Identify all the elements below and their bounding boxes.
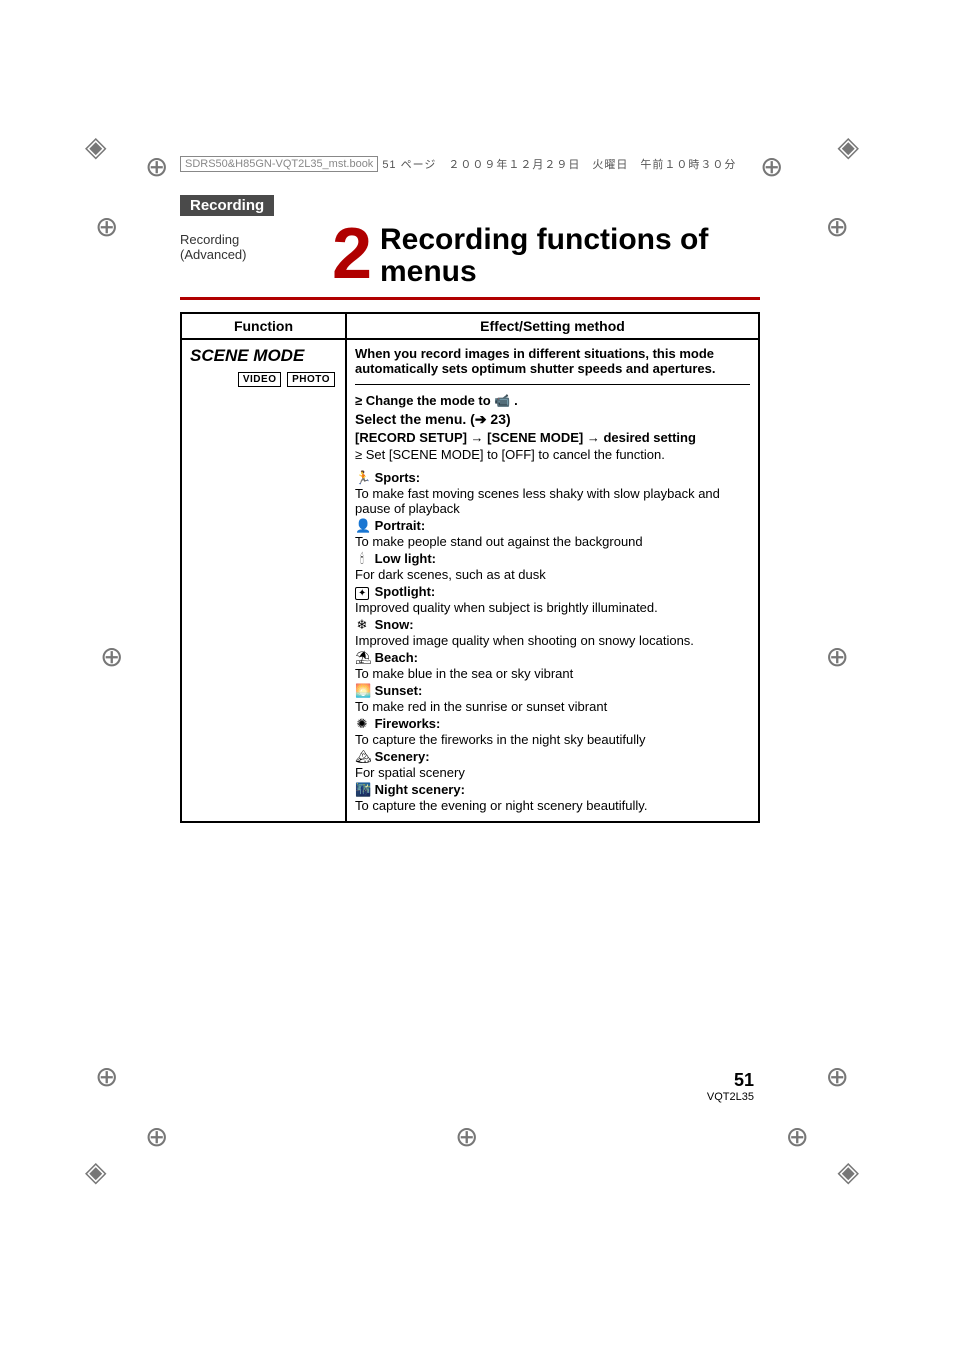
scene-mode-item: 🏔 Scenery:For spatial scenery	[355, 749, 750, 780]
source-filename: SDRS50&H85GN-VQT2L35_mst.book	[180, 156, 378, 172]
crop-mark-icon: ⊕	[100, 640, 123, 673]
mode-name: Low light:	[371, 551, 436, 566]
mode-name: Sunset:	[371, 683, 422, 698]
intro-text: When you record images in different situ…	[355, 346, 750, 376]
crop-mark-icon: ⊕	[145, 1120, 168, 1153]
doc-code: VQT2L35	[707, 1091, 754, 1103]
inner-divider	[355, 384, 750, 385]
mode-icon: 🌃	[355, 782, 369, 798]
scene-mode-item: ✺ Fireworks:To capture the fireworks in …	[355, 716, 750, 747]
scene-mode-item: 👤 Portrait:To make people stand out agai…	[355, 518, 750, 549]
page-footer: 51 VQT2L35	[707, 1070, 754, 1103]
function-cell: SCENE MODE VIDEO PHOTO	[181, 339, 346, 822]
breadcrumb-line1: Recording	[180, 232, 310, 247]
breadcrumb-line2: (Advanced)	[180, 247, 310, 262]
scene-modes-list: 🏃 Sports:To make fast moving scenes less…	[355, 470, 750, 813]
crop-mark-icon: ◈	[85, 130, 107, 163]
mode-desc: To make red in the sunrise or sunset vib…	[355, 699, 750, 714]
crop-mark-icon: ⊕	[145, 150, 168, 183]
scene-mode-item: 🌃 Night scenery:To capture the evening o…	[355, 782, 750, 813]
crop-mark-icon: ⊕	[826, 1060, 849, 1093]
section-tab: Recording	[180, 195, 274, 216]
mode-icon: 🏔	[355, 749, 369, 765]
divider	[180, 297, 760, 300]
crop-mark-icon: ⊕	[826, 640, 849, 673]
effect-cell: When you record images in different situ…	[346, 339, 759, 822]
col-effect: Effect/Setting method	[346, 313, 759, 339]
scene-mode-item: ⛱ Beach:To make blue in the sea or sky v…	[355, 650, 750, 681]
chapter-header: Recording (Advanced) 2 Recording functio…	[180, 222, 760, 287]
mode-icon: 🏃	[355, 470, 369, 486]
mode-name: Spotlight:	[371, 584, 435, 599]
mode-desc: Improved image quality when shooting on …	[355, 633, 750, 648]
mode-name: Snow:	[371, 617, 414, 632]
crop-mark-icon: ⊕	[95, 210, 118, 243]
crop-mark-icon: ⊕	[786, 1120, 809, 1153]
mode-desc: For dark scenes, such as at dusk	[355, 567, 750, 582]
mode-desc: To capture the evening or night scenery …	[355, 798, 750, 813]
crop-mark-icon: ◈	[837, 130, 859, 163]
mode-desc: Improved quality when subject is brightl…	[355, 600, 750, 615]
crop-mark-icon: ⊕	[95, 1060, 118, 1093]
source-meta: 51 ページ ２００９年１２月２９日 火曜日 午前１０時３０分	[382, 156, 736, 172]
scene-mode-item: ✦ Spotlight:Improved quality when subjec…	[355, 584, 750, 615]
mode-name: Portrait:	[371, 518, 425, 533]
mode-icon: ❄	[355, 617, 369, 633]
mode-desc: To make blue in the sea or sky vibrant	[355, 666, 750, 681]
step-change-mode: ≥ Change the mode to 📹 .	[355, 393, 750, 409]
functions-table: Function Effect/Setting method SCENE MOD…	[180, 312, 760, 823]
mode-icon: 👤	[355, 518, 369, 534]
mode-desc: To make people stand out against the bac…	[355, 534, 750, 549]
mode-name: Night scenery:	[371, 782, 465, 797]
mode-name: Fireworks:	[371, 716, 440, 731]
mode-desc: For spatial scenery	[355, 765, 750, 780]
crop-mark-icon: ⊕	[760, 150, 783, 183]
mode-icon: ✺	[355, 716, 369, 732]
mode-name: Beach:	[371, 650, 418, 665]
chapter-number: 2	[332, 222, 372, 287]
mode-desc: To make fast moving scenes less shaky wi…	[355, 486, 750, 516]
scene-mode-item: ❄ Snow:Improved image quality when shoot…	[355, 617, 750, 648]
page-number: 51	[707, 1070, 754, 1091]
scene-mode-item: 🌅 Sunset:To make red in the sunrise or s…	[355, 683, 750, 714]
scene-mode-item: 🕯 Low light:For dark scenes, such as at …	[355, 551, 750, 582]
arrow-icon: ➔	[475, 411, 487, 427]
step-select-menu: Select the menu. (➔ 23)	[355, 411, 750, 428]
crop-mark-icon: ⊕	[455, 1120, 478, 1153]
mode-desc: To capture the fireworks in the night sk…	[355, 732, 750, 747]
crop-mark-icon: ◈	[85, 1155, 107, 1188]
mode-icon: 🕯	[355, 551, 369, 567]
chapter-title: Recording functions of menus	[380, 224, 760, 287]
file-header: SDRS50&H85GN-VQT2L35_mst.book 51 ページ ２００…	[180, 155, 760, 173]
cancel-note: ≥ Set [SCENE MODE] to [OFF] to cancel th…	[355, 447, 750, 462]
col-function: Function	[181, 313, 346, 339]
mode-icon: 🌅	[355, 683, 369, 699]
mode-icon: ✦	[355, 587, 369, 600]
mode-icon: ⛱	[355, 650, 369, 666]
record-mode-icon: 📹	[494, 393, 510, 408]
photo-badge: PHOTO	[287, 372, 335, 387]
menu-path: [RECORD SETUP] → [SCENE MODE] → desired …	[355, 430, 750, 445]
crop-mark-icon: ◈	[837, 1155, 859, 1188]
function-name: SCENE MODE	[190, 346, 337, 366]
mode-name: Sports:	[371, 470, 420, 485]
video-badge: VIDEO	[238, 372, 282, 387]
scene-mode-item: 🏃 Sports:To make fast moving scenes less…	[355, 470, 750, 516]
crop-mark-icon: ⊕	[826, 210, 849, 243]
mode-name: Scenery:	[371, 749, 430, 764]
